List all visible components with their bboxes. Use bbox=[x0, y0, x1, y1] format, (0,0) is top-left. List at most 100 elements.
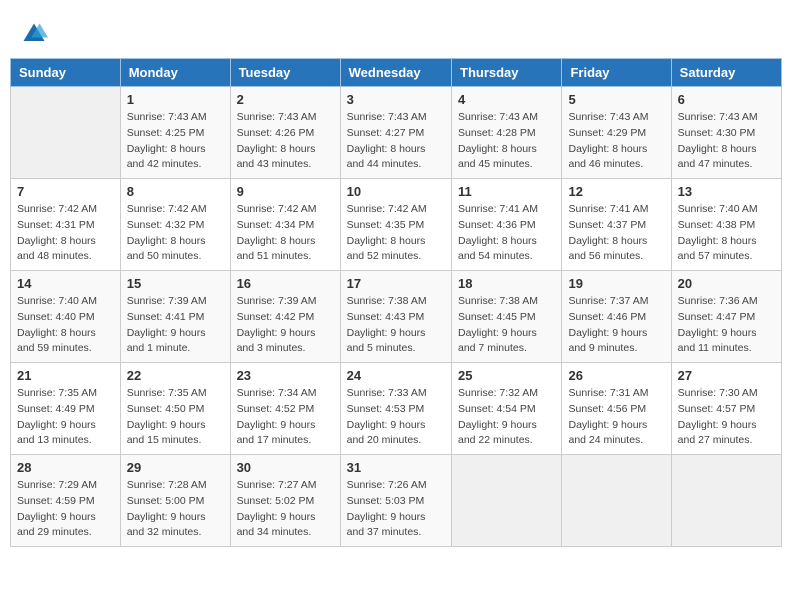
day-number: 1 bbox=[127, 92, 224, 107]
calendar-cell: 1 Sunrise: 7:43 AMSunset: 4:25 PMDaylight… bbox=[120, 87, 230, 179]
calendar-cell: 28Sunrise: 7:29 AMSunset: 4:59 PMDayligh… bbox=[11, 455, 121, 547]
weekday-header: Tuesday bbox=[230, 59, 340, 87]
calendar-cell: 16Sunrise: 7:39 AMSunset: 4:42 PMDayligh… bbox=[230, 271, 340, 363]
day-info: Sunrise: 7:38 AMSunset: 4:43 PMDaylight:… bbox=[347, 294, 445, 357]
day-info: Sunrise: 7:43 AMSunset: 4:26 PMDaylight:… bbox=[237, 110, 334, 173]
calendar-cell bbox=[671, 455, 781, 547]
day-number: 4 bbox=[458, 92, 555, 107]
day-info: Sunrise: 7:38 AMSunset: 4:45 PMDaylight:… bbox=[458, 294, 555, 357]
calendar-table: SundayMondayTuesdayWednesdayThursdayFrid… bbox=[10, 58, 782, 547]
day-info: Sunrise: 7:36 AMSunset: 4:47 PMDaylight:… bbox=[678, 294, 775, 357]
calendar-week-row: 28Sunrise: 7:29 AMSunset: 4:59 PMDayligh… bbox=[11, 455, 782, 547]
calendar-cell: 22 Sunrise: 7:35 AMSunset: 4:50 PMDayligh… bbox=[120, 363, 230, 455]
day-info: Sunrise: 7:35 AMSunset: 4:49 PMDaylight:… bbox=[17, 386, 114, 449]
day-info: Sunrise: 7:37 AMSunset: 4:46 PMDaylight:… bbox=[568, 294, 664, 357]
weekday-header: Saturday bbox=[671, 59, 781, 87]
day-info: Sunrise: 7:39 AMSunset: 4:41 PMDaylight:… bbox=[127, 294, 224, 357]
logo bbox=[20, 20, 52, 48]
day-info: Sunrise: 7:43 AMSunset: 4:28 PMDaylight:… bbox=[458, 110, 555, 173]
calendar-cell: 21 Sunrise: 7:35 AMSunset: 4:49 PMDayligh… bbox=[11, 363, 121, 455]
calendar-week-row: 1 Sunrise: 7:43 AMSunset: 4:25 PMDaylight… bbox=[11, 87, 782, 179]
calendar-cell bbox=[562, 455, 671, 547]
day-number: 11 bbox=[458, 184, 555, 199]
day-info: Sunrise: 7:42 AMSunset: 4:34 PMDaylight:… bbox=[237, 202, 334, 265]
day-info: Sunrise: 7:43 AMSunset: 4:29 PMDaylight:… bbox=[568, 110, 664, 173]
calendar-cell: 29Sunrise: 7:28 AMSunset: 5:00 PMDayligh… bbox=[120, 455, 230, 547]
weekday-header: Thursday bbox=[452, 59, 562, 87]
calendar-week-row: 14 Sunrise: 7:40 AMSunset: 4:40 PMDayligh… bbox=[11, 271, 782, 363]
day-info: Sunrise: 7:43 AMSunset: 4:25 PMDaylight:… bbox=[127, 110, 224, 173]
day-number: 28 bbox=[17, 460, 114, 475]
day-info: Sunrise: 7:33 AMSunset: 4:53 PMDaylight:… bbox=[347, 386, 445, 449]
day-info: Sunrise: 7:32 AMSunset: 4:54 PMDaylight:… bbox=[458, 386, 555, 449]
day-number: 13 bbox=[678, 184, 775, 199]
calendar-week-row: 7 Sunrise: 7:42 AMSunset: 4:31 PMDaylight… bbox=[11, 179, 782, 271]
calendar-cell: 19 Sunrise: 7:37 AMSunset: 4:46 PMDayligh… bbox=[562, 271, 671, 363]
calendar-cell: 11 Sunrise: 7:41 AMSunset: 4:36 PMDayligh… bbox=[452, 179, 562, 271]
calendar-cell: 30 Sunrise: 7:27 AMSunset: 5:02 PMDayligh… bbox=[230, 455, 340, 547]
day-number: 10 bbox=[347, 184, 445, 199]
day-number: 27 bbox=[678, 368, 775, 383]
day-number: 3 bbox=[347, 92, 445, 107]
day-info: Sunrise: 7:31 AMSunset: 4:56 PMDaylight:… bbox=[568, 386, 664, 449]
day-info: Sunrise: 7:42 AMSunset: 4:35 PMDaylight:… bbox=[347, 202, 445, 265]
day-info: Sunrise: 7:42 AMSunset: 4:31 PMDaylight:… bbox=[17, 202, 114, 265]
day-number: 14 bbox=[17, 276, 114, 291]
calendar-cell: 6 Sunrise: 7:43 AMSunset: 4:30 PMDaylight… bbox=[671, 87, 781, 179]
day-info: Sunrise: 7:43 AMSunset: 4:30 PMDaylight:… bbox=[678, 110, 775, 173]
day-number: 15 bbox=[127, 276, 224, 291]
day-info: Sunrise: 7:42 AMSunset: 4:32 PMDaylight:… bbox=[127, 202, 224, 265]
calendar-cell: 18Sunrise: 7:38 AMSunset: 4:45 PMDayligh… bbox=[452, 271, 562, 363]
calendar-cell: 12Sunrise: 7:41 AMSunset: 4:37 PMDayligh… bbox=[562, 179, 671, 271]
logo-icon bbox=[20, 20, 48, 48]
page-header bbox=[10, 10, 782, 53]
calendar-cell: 27 Sunrise: 7:30 AMSunset: 4:57 PMDayligh… bbox=[671, 363, 781, 455]
day-number: 22 bbox=[127, 368, 224, 383]
day-number: 7 bbox=[17, 184, 114, 199]
day-number: 17 bbox=[347, 276, 445, 291]
day-number: 25 bbox=[458, 368, 555, 383]
day-info: Sunrise: 7:34 AMSunset: 4:52 PMDaylight:… bbox=[237, 386, 334, 449]
calendar-cell: 24 Sunrise: 7:33 AMSunset: 4:53 PMDayligh… bbox=[340, 363, 451, 455]
day-info: Sunrise: 7:30 AMSunset: 4:57 PMDaylight:… bbox=[678, 386, 775, 449]
calendar-cell: 26 Sunrise: 7:31 AMSunset: 4:56 PMDayligh… bbox=[562, 363, 671, 455]
weekday-header: Friday bbox=[562, 59, 671, 87]
day-number: 12 bbox=[568, 184, 664, 199]
day-info: Sunrise: 7:43 AMSunset: 4:27 PMDaylight:… bbox=[347, 110, 445, 173]
weekday-header: Monday bbox=[120, 59, 230, 87]
calendar-cell: 3 Sunrise: 7:43 AMSunset: 4:27 PMDaylight… bbox=[340, 87, 451, 179]
day-number: 30 bbox=[237, 460, 334, 475]
day-number: 21 bbox=[17, 368, 114, 383]
calendar-cell: 10 Sunrise: 7:42 AMSunset: 4:35 PMDayligh… bbox=[340, 179, 451, 271]
calendar-cell: 25 Sunrise: 7:32 AMSunset: 4:54 PMDayligh… bbox=[452, 363, 562, 455]
day-number: 31 bbox=[347, 460, 445, 475]
day-info: Sunrise: 7:41 AMSunset: 4:36 PMDaylight:… bbox=[458, 202, 555, 265]
day-number: 24 bbox=[347, 368, 445, 383]
day-number: 16 bbox=[237, 276, 334, 291]
calendar-cell: 2 Sunrise: 7:43 AMSunset: 4:26 PMDaylight… bbox=[230, 87, 340, 179]
day-info: Sunrise: 7:26 AMSunset: 5:03 PMDaylight:… bbox=[347, 478, 445, 541]
day-number: 5 bbox=[568, 92, 664, 107]
day-info: Sunrise: 7:40 AMSunset: 4:38 PMDaylight:… bbox=[678, 202, 775, 265]
day-number: 8 bbox=[127, 184, 224, 199]
day-number: 2 bbox=[237, 92, 334, 107]
calendar-cell: 13 Sunrise: 7:40 AMSunset: 4:38 PMDayligh… bbox=[671, 179, 781, 271]
day-info: Sunrise: 7:27 AMSunset: 5:02 PMDaylight:… bbox=[237, 478, 334, 541]
day-info: Sunrise: 7:35 AMSunset: 4:50 PMDaylight:… bbox=[127, 386, 224, 449]
calendar-cell: 7 Sunrise: 7:42 AMSunset: 4:31 PMDaylight… bbox=[11, 179, 121, 271]
calendar-cell: 5 Sunrise: 7:43 AMSunset: 4:29 PMDaylight… bbox=[562, 87, 671, 179]
calendar-cell bbox=[11, 87, 121, 179]
calendar-cell: 20 Sunrise: 7:36 AMSunset: 4:47 PMDayligh… bbox=[671, 271, 781, 363]
day-info: Sunrise: 7:40 AMSunset: 4:40 PMDaylight:… bbox=[17, 294, 114, 357]
weekday-header: Wednesday bbox=[340, 59, 451, 87]
calendar-cell: 23 Sunrise: 7:34 AMSunset: 4:52 PMDayligh… bbox=[230, 363, 340, 455]
day-number: 29 bbox=[127, 460, 224, 475]
calendar-cell: 9Sunrise: 7:42 AMSunset: 4:34 PMDaylight… bbox=[230, 179, 340, 271]
day-number: 26 bbox=[568, 368, 664, 383]
weekday-header-row: SundayMondayTuesdayWednesdayThursdayFrid… bbox=[11, 59, 782, 87]
day-number: 6 bbox=[678, 92, 775, 107]
weekday-header: Sunday bbox=[11, 59, 121, 87]
day-number: 19 bbox=[568, 276, 664, 291]
day-number: 23 bbox=[237, 368, 334, 383]
day-number: 20 bbox=[678, 276, 775, 291]
